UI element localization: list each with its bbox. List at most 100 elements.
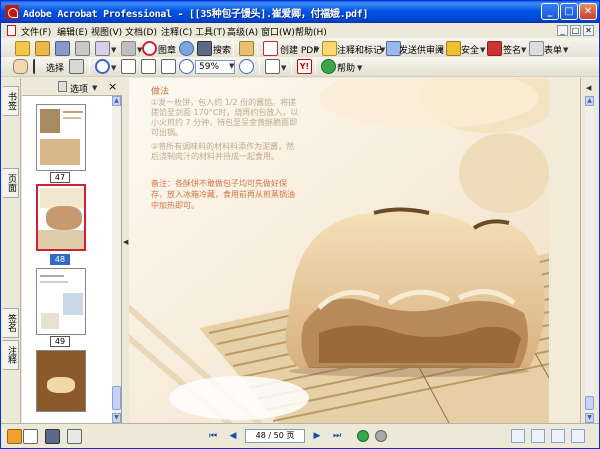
options-menu[interactable]: 选项 xyxy=(70,82,88,95)
rotate-icon[interactable] xyxy=(265,59,280,74)
create-pdf-icon[interactable] xyxy=(35,41,50,56)
menu-advanced[interactable]: 高级(A) xyxy=(227,25,258,38)
edit-icon[interactable] xyxy=(23,429,38,444)
previous-page-button[interactable]: ◀ xyxy=(227,430,239,442)
last-page-button[interactable]: ⏭ xyxy=(331,430,343,442)
document-view[interactable]: 做法 ①发一枚饼，包入约 1/2 份的酱馅。将搓搓馅至剑面 170°C时，烧再约… xyxy=(129,78,580,423)
next-page-button[interactable]: ▶ xyxy=(311,430,323,442)
chevron-down-icon[interactable]: ▼ xyxy=(111,64,116,72)
trash-icon[interactable] xyxy=(58,81,67,92)
tab-bookmarks[interactable]: 书签 xyxy=(3,86,19,116)
form-label[interactable]: 表单 xyxy=(544,43,562,56)
scrollbar-thumb[interactable] xyxy=(585,396,594,410)
page-thumbnail[interactable] xyxy=(36,268,86,335)
scroll-down-icon[interactable]: ▼ xyxy=(112,413,121,423)
fit-page-icon[interactable] xyxy=(141,59,156,74)
comment-markup-label[interactable]: 注释和标记 xyxy=(337,43,382,56)
fit-width-icon[interactable] xyxy=(161,59,176,74)
print-icon[interactable] xyxy=(75,41,90,56)
first-page-button[interactable]: ⏮ xyxy=(207,430,219,442)
scroll-up-icon[interactable]: ▲ xyxy=(112,96,121,106)
graph-icon[interactable] xyxy=(239,41,254,56)
select-text-icon[interactable] xyxy=(33,59,43,74)
single-page-view-icon[interactable] xyxy=(511,429,525,443)
sign-icon[interactable] xyxy=(487,41,502,56)
stamp-icon[interactable] xyxy=(142,41,157,56)
document-scrollbar[interactable]: ▲ ▼ xyxy=(585,96,594,423)
search-label[interactable]: 搜索 xyxy=(213,43,231,56)
lock-icon[interactable] xyxy=(446,41,461,56)
panel-splitter[interactable]: ◀ xyxy=(122,78,129,423)
menu-document[interactable]: 文档(D) xyxy=(125,25,157,38)
chevron-down-icon[interactable]: ▼ xyxy=(314,46,319,54)
page-setup-icon[interactable] xyxy=(45,429,60,444)
create-pdf-icon[interactable] xyxy=(263,41,278,56)
help-label[interactable]: 帮助 xyxy=(337,61,355,74)
minimize-button[interactable]: _ xyxy=(541,3,559,20)
scroll-down-icon[interactable]: ▼ xyxy=(585,413,594,423)
pages-scrollbar[interactable]: ▲ ▼ xyxy=(112,96,121,423)
snapshot-icon[interactable] xyxy=(69,59,84,74)
zoom-dropdown-icon[interactable]: ▼ xyxy=(229,62,234,70)
zoom-in-small-icon[interactable] xyxy=(239,59,254,74)
comment-icon[interactable] xyxy=(322,41,337,56)
tab-comments[interactable]: 注释 xyxy=(3,340,19,370)
facing-view-icon[interactable] xyxy=(551,429,565,443)
chevron-down-icon[interactable]: ▼ xyxy=(438,46,443,54)
form-icon[interactable] xyxy=(529,41,544,56)
chevron-down-icon[interactable]: ▼ xyxy=(480,46,485,54)
tab-pages[interactable]: 页面 xyxy=(3,168,19,198)
sign-label[interactable]: 签名 xyxy=(503,43,521,56)
scroll-up-icon[interactable]: ▲ xyxy=(585,96,594,106)
page-thumbnail[interactable] xyxy=(36,350,86,412)
doc-close-button[interactable]: ✕ xyxy=(583,25,594,36)
menu-view[interactable]: 视图(V) xyxy=(91,25,122,38)
search-icon[interactable] xyxy=(179,41,194,56)
save-icon[interactable] xyxy=(55,41,70,56)
security-label[interactable]: 安全 xyxy=(461,43,479,56)
tools-icon[interactable] xyxy=(7,429,22,444)
chevron-down-icon[interactable]: ▼ xyxy=(380,46,385,54)
select-label[interactable]: 选择 xyxy=(46,61,64,74)
document-status-icon[interactable] xyxy=(67,429,82,444)
menu-comments[interactable]: 注释(C) xyxy=(161,25,192,38)
menu-window[interactable]: 窗口(W) xyxy=(261,25,295,38)
page-thumbnail[interactable] xyxy=(36,104,86,171)
create-pdf-label[interactable]: 创建 PDF xyxy=(280,43,318,56)
email-icon[interactable] xyxy=(95,41,110,56)
help-icon[interactable] xyxy=(321,59,336,74)
chevron-down-icon[interactable]: ▼ xyxy=(563,46,568,54)
yahoo-icon[interactable]: Y! xyxy=(297,59,312,74)
tab-signatures[interactable]: 签名 xyxy=(3,308,19,338)
menu-help[interactable]: 帮助(H) xyxy=(295,25,327,38)
attach-icon[interactable] xyxy=(121,41,136,56)
binoculars-icon[interactable] xyxy=(197,41,212,56)
zoom-in-icon[interactable] xyxy=(95,59,110,74)
actual-size-icon[interactable] xyxy=(121,59,136,74)
previous-view-icon[interactable] xyxy=(357,430,369,442)
stamp-label[interactable]: 图章 xyxy=(158,43,176,56)
zoom-out-icon[interactable] xyxy=(179,59,194,74)
maximize-button[interactable]: □ xyxy=(560,3,578,20)
continuous-facing-view-icon[interactable] xyxy=(571,429,585,443)
chevron-down-icon[interactable]: ▼ xyxy=(281,64,286,72)
menu-file[interactable]: 文件(F) xyxy=(21,25,51,38)
close-panel-icon[interactable]: × xyxy=(108,80,117,93)
chevron-down-icon[interactable]: ▼ xyxy=(111,46,116,54)
close-button[interactable]: ✕ xyxy=(579,3,597,20)
expand-arrow-icon[interactable]: ◀ xyxy=(586,84,591,92)
doc-restore-button[interactable]: □ xyxy=(570,25,581,36)
chevron-down-icon[interactable]: ▼ xyxy=(92,84,97,92)
chevron-down-icon[interactable]: ▼ xyxy=(357,64,362,72)
scrollbar-thumb[interactable] xyxy=(112,386,121,410)
menu-edit[interactable]: 编辑(E) xyxy=(57,25,88,38)
hand-icon[interactable] xyxy=(13,59,28,74)
doc-minimize-button[interactable]: _ xyxy=(557,25,568,36)
continuous-view-icon[interactable] xyxy=(531,429,545,443)
open-icon[interactable] xyxy=(15,41,30,56)
chevron-down-icon[interactable]: ▼ xyxy=(521,46,526,54)
menu-tools[interactable]: 工具(T) xyxy=(195,25,226,38)
next-view-icon[interactable] xyxy=(375,430,387,442)
collapse-arrow-icon[interactable]: ◀ xyxy=(123,238,128,246)
page-thumbnail-selected[interactable] xyxy=(36,184,86,251)
